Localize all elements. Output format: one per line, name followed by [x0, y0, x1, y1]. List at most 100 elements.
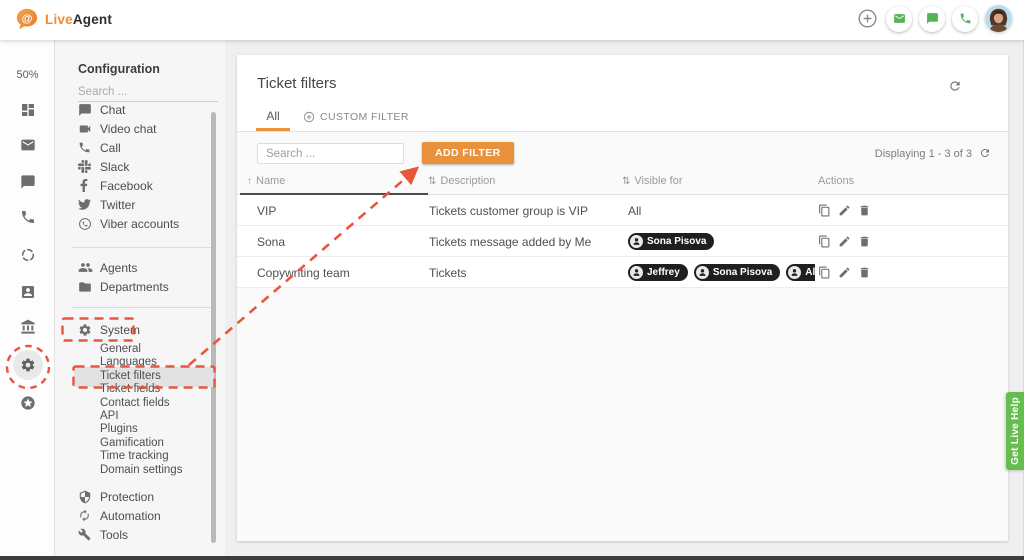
table-row-copywriting-team[interactable]: Copywriting team Tickets Jeffrey Sona Pi…	[237, 257, 1008, 288]
duplicate-button[interactable]	[818, 204, 831, 217]
filter-name: Copywriting team	[257, 257, 350, 288]
sidebar-item-slack[interactable]: Slack	[55, 157, 225, 176]
delete-button[interactable]	[858, 204, 871, 217]
agent-pill: Sona Pisova	[628, 233, 714, 250]
tickets-button[interactable]	[886, 6, 912, 32]
sidebar-item-agents[interactable]: Agents	[55, 258, 225, 277]
sidebar-item-departments[interactable]: Departments	[55, 277, 225, 296]
pencil-icon	[838, 266, 851, 279]
copy-icon	[818, 204, 831, 217]
rail-dashboard-button[interactable]	[0, 102, 55, 118]
liveagent-app: @ LiveAgent	[0, 0, 1024, 560]
sidebar-subitem-ticket-fields[interactable]: Ticket fields	[100, 383, 220, 396]
card-body: ADD FILTER Displaying 1 - 3 of 3 ↑ Name …	[237, 132, 1008, 541]
tab-custom-filter[interactable]: CUSTOM FILTER	[299, 103, 413, 131]
sidebar-subitem-gamification[interactable]: Gamification	[100, 437, 220, 450]
wrench-icon	[78, 528, 91, 541]
rail-settings-button[interactable]	[0, 350, 55, 380]
tab-all[interactable]: All	[256, 103, 290, 131]
sidebar-item-facebook[interactable]: Facebook	[55, 176, 225, 195]
sidebar-item-system[interactable]: System	[55, 321, 225, 339]
sidebar-search-input[interactable]	[78, 82, 218, 102]
sidebar-subitem-general[interactable]: General	[100, 343, 220, 356]
phone-icon	[78, 141, 91, 154]
sort-icon: ⇅	[622, 176, 630, 187]
plus-circle-icon	[857, 8, 878, 29]
sidebar-item-label: Departments	[100, 280, 169, 294]
sidebar-item-tools[interactable]: Tools	[55, 525, 225, 544]
system-group: System	[55, 321, 225, 339]
edit-button[interactable]	[838, 266, 851, 279]
sidebar-subitem-contact-fields[interactable]: Contact fields	[100, 397, 220, 410]
topbar-actions	[855, 5, 1012, 32]
sidebar-subitem-languages[interactable]: Languages	[100, 356, 220, 369]
add-new-button[interactable]	[855, 7, 879, 31]
rail-billing-button[interactable]	[0, 319, 55, 335]
sidebar-item-viber[interactable]: Viber accounts	[55, 214, 225, 233]
filter-search-input[interactable]	[257, 143, 404, 164]
column-header-name[interactable]: ↑ Name	[247, 175, 285, 187]
sidebar-item-label: Chat	[100, 103, 125, 117]
rail-social-button[interactable]	[0, 247, 55, 263]
star-circle-icon	[20, 395, 36, 411]
refresh-icon	[979, 147, 991, 159]
sidebar-subitem-api[interactable]: API	[100, 410, 220, 423]
edit-button[interactable]	[838, 235, 851, 248]
row-actions	[818, 257, 871, 288]
pill-label: Jeffrey	[647, 267, 680, 278]
sidebar-subitem-ticket-filters[interactable]: Ticket filters	[100, 370, 220, 383]
pill-label: Sona Pisova	[713, 267, 772, 278]
filter-visible-for: Sona Pisova	[628, 226, 815, 257]
rail-contacts-button[interactable]	[0, 284, 55, 300]
delete-button[interactable]	[858, 235, 871, 248]
chats-button[interactable]	[919, 6, 945, 32]
trash-icon	[858, 266, 871, 279]
delete-button[interactable]	[858, 266, 871, 279]
sidebar-item-label: Automation	[100, 509, 161, 523]
table-row-vip[interactable]: VIP Tickets customer group is VIP All	[237, 195, 1008, 226]
get-live-help-button[interactable]: Get Live Help	[1006, 392, 1024, 470]
sidebar-subitem-plugins[interactable]: Plugins	[100, 423, 220, 436]
rail-tickets-button[interactable]	[0, 137, 55, 153]
sidebar-subitem-time-tracking[interactable]: Time tracking	[100, 450, 220, 463]
filter-visible-for: All	[628, 195, 815, 226]
tab-label: CUSTOM FILTER	[320, 111, 409, 123]
rail-starred-button[interactable]	[0, 395, 55, 411]
row-actions	[818, 226, 871, 257]
sidebar-scrollbar[interactable]	[211, 112, 216, 543]
sidebar-item-video-chat[interactable]: Video chat	[55, 119, 225, 138]
duplicate-button[interactable]	[818, 266, 831, 279]
chat-bubble-icon	[20, 174, 36, 190]
liveagent-logo[interactable]: @ LiveAgent	[15, 7, 112, 31]
folder-icon	[78, 280, 92, 294]
column-header-description[interactable]: ⇅ Description	[428, 175, 495, 187]
person-icon	[696, 266, 709, 279]
user-avatar[interactable]	[985, 5, 1012, 32]
refresh-button[interactable]	[948, 79, 962, 98]
sidebar-item-protection[interactable]: Protection	[55, 487, 225, 506]
rail-call-button[interactable]	[0, 209, 55, 225]
sidebar-item-call[interactable]: Call	[55, 138, 225, 157]
table-row-sona[interactable]: Sona Tickets message added by Me Sona Pi…	[237, 226, 1008, 257]
sidebar-item-label: Call	[100, 141, 121, 155]
copy-icon	[818, 266, 831, 279]
edit-button[interactable]	[838, 204, 851, 217]
sidebar-subitem-domain-settings[interactable]: Domain settings	[100, 464, 220, 477]
add-filter-button[interactable]: ADD FILTER	[422, 142, 514, 164]
rail-chat-button[interactable]	[0, 174, 55, 190]
svg-text:@: @	[22, 13, 33, 25]
column-header-visible-for[interactable]: ⇅ Visible for	[622, 175, 683, 187]
filter-name: VIP	[257, 195, 276, 226]
duplicate-button[interactable]	[818, 235, 831, 248]
sidebar-item-twitter[interactable]: Twitter	[55, 195, 225, 214]
table-refresh-button[interactable]	[979, 146, 991, 164]
trash-icon	[858, 204, 871, 217]
viber-icon	[78, 217, 92, 231]
logo-bubble-icon: @	[15, 7, 39, 31]
sidebar-item-chat[interactable]: Chat	[55, 103, 225, 119]
sidebar-item-automation[interactable]: Automation	[55, 506, 225, 525]
calls-button[interactable]	[952, 6, 978, 32]
channel-list: Chat Video chat Call Slack Facebook Twit…	[55, 103, 225, 247]
chat-bubble-icon	[926, 12, 939, 25]
column-header-actions: Actions	[818, 175, 854, 187]
